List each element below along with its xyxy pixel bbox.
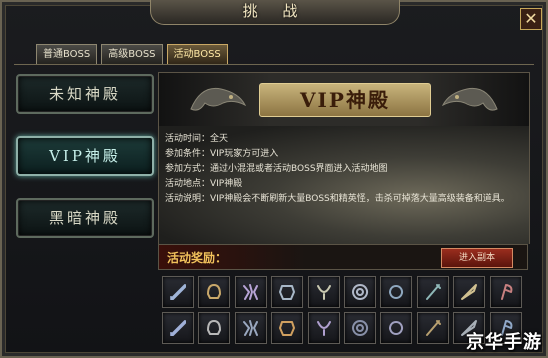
belt-icon bbox=[389, 321, 404, 335]
reward-item-slot[interactable] bbox=[162, 276, 194, 308]
reward-item-slot[interactable] bbox=[380, 276, 413, 308]
reward-label: 活动奖励： bbox=[167, 251, 228, 265]
reward-item-slot[interactable] bbox=[343, 276, 376, 308]
reward-item-slot[interactable] bbox=[416, 312, 449, 344]
ring-icon bbox=[389, 285, 404, 299]
tab-divider bbox=[14, 64, 534, 65]
close-button[interactable]: ✕ bbox=[520, 8, 542, 30]
helmet-icon bbox=[207, 284, 222, 299]
event-description: 活动说明：VIP神殿会不断刷新大量BOSS和精英怪，击杀可掉落大量高级装备和道具… bbox=[165, 194, 510, 204]
tab-event-boss[interactable]: 活动BOSS bbox=[166, 44, 228, 64]
reward-item-slot[interactable] bbox=[307, 276, 340, 308]
axe-icon bbox=[500, 284, 512, 300]
menu-unknown-temple[interactable]: 未知神殿 bbox=[16, 74, 154, 114]
reward-item-slot[interactable] bbox=[271, 312, 304, 344]
event-location: 活动地点：VIP神殿 bbox=[165, 179, 243, 189]
tab-normal-boss[interactable]: 普通BOSS bbox=[36, 44, 98, 64]
reward-item-slot[interactable] bbox=[234, 276, 267, 308]
bracelet-icon bbox=[352, 284, 368, 300]
reward-item-slot[interactable] bbox=[343, 312, 376, 344]
event-time: 活动时间：全天 bbox=[165, 134, 229, 144]
menu-vip-temple[interactable]: VIP神殿 bbox=[16, 136, 154, 176]
banner-title: VIP神殿 bbox=[259, 83, 431, 117]
window-title: 挑 战 bbox=[242, 2, 308, 20]
tab-advanced-boss[interactable]: 高级BOSS bbox=[101, 44, 163, 64]
reward-item-slot[interactable] bbox=[453, 276, 486, 308]
necklace-icon bbox=[316, 285, 331, 300]
dragon-left-icon bbox=[190, 87, 247, 111]
event-info: 活动时间：全天 参加条件：VIP玩家方可进入 参加方式：通过小混混或者活动BOS… bbox=[165, 132, 510, 207]
wand-icon bbox=[316, 321, 331, 336]
site-watermark: 京华手游 bbox=[466, 332, 542, 353]
window-titlebar: 挑 战 bbox=[150, 0, 400, 25]
cuff-icon bbox=[207, 320, 222, 335]
enter-dungeon-button[interactable]: 进入副本 bbox=[441, 248, 513, 268]
reward-item-slot[interactable] bbox=[234, 312, 267, 344]
blade-icon bbox=[461, 284, 478, 300]
reward-item-slot[interactable] bbox=[162, 312, 194, 344]
gauntlet-icon bbox=[242, 320, 258, 336]
dagger-icon bbox=[170, 320, 186, 336]
reward-item-slot[interactable] bbox=[489, 276, 522, 308]
reward-item-slot[interactable] bbox=[380, 312, 413, 344]
event-method: 参加方式：通过小混混或者活动BOSS界面进入活动地图 bbox=[165, 164, 388, 174]
menu-dark-temple[interactable]: 黑暗神殿 bbox=[16, 198, 154, 238]
sword-icon bbox=[170, 284, 186, 300]
claw-icon bbox=[242, 284, 258, 300]
reward-item-slot[interactable] bbox=[198, 276, 231, 308]
reward-item-slot[interactable] bbox=[307, 312, 340, 344]
reward-bar: 活动奖励： 进入副本 bbox=[158, 244, 528, 270]
temple-banner: VIP神殿 bbox=[158, 72, 530, 128]
reward-item-slot[interactable] bbox=[198, 312, 231, 344]
reward-item-slot[interactable] bbox=[271, 276, 304, 308]
armor-icon bbox=[279, 285, 296, 300]
gem-ring-icon bbox=[279, 321, 296, 336]
staff-icon bbox=[425, 284, 441, 300]
boots-icon bbox=[352, 320, 368, 336]
reward-item-slot[interactable] bbox=[416, 276, 449, 308]
event-condition: 参加条件：VIP玩家方可进入 bbox=[165, 149, 279, 159]
boss-tabs: 普通BOSS 高级BOSS 活动BOSS bbox=[36, 44, 228, 64]
bow-icon bbox=[425, 320, 441, 336]
dragon-right-icon bbox=[441, 87, 498, 111]
